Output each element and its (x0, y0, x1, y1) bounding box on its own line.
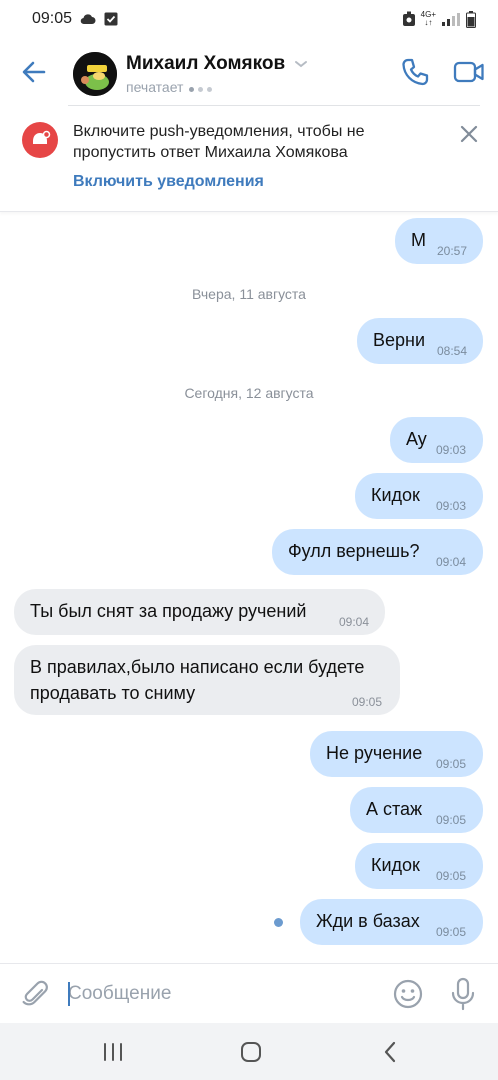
message-time: 20:57 (437, 244, 468, 258)
typing-label: печатает (126, 79, 184, 95)
status-bar: 09:05 4G+ ↓↑ (0, 0, 498, 38)
message-incoming[interactable]: Ты был снят за продажу ручений 09:04 (14, 589, 385, 635)
notification-bell-icon (22, 122, 58, 158)
status-right: 4G+ ↓↑ (402, 10, 476, 28)
date-separator: Вчера, 11 августа (192, 286, 306, 302)
message-time: 09:05 (436, 925, 467, 939)
message-text: Верни (373, 330, 426, 350)
message-time: 09:04 (339, 615, 370, 629)
message-incoming[interactable]: В правилах,было написано если будете про… (14, 645, 400, 715)
home-icon[interactable] (238, 1039, 264, 1065)
message-text: А стаж (366, 799, 423, 819)
message-time: 09:04 (436, 555, 467, 569)
microphone-icon[interactable] (450, 977, 476, 1011)
message-composer (0, 963, 498, 1023)
contact-name: Михаил Хомяков (126, 53, 286, 74)
phone-icon[interactable] (400, 57, 430, 87)
signal-icon (442, 13, 460, 26)
message-text-line1: В правилах,было написано если будете (30, 657, 365, 677)
message-outgoing[interactable]: Кидок 09:03 (355, 473, 483, 519)
message-list[interactable]: М 20:57 Вчера, 11 августа Верни 08:54 Се… (0, 212, 498, 962)
message-text: Не ручение (326, 743, 423, 763)
alarm-icon (402, 11, 415, 26)
message-time: 09:03 (436, 499, 467, 513)
message-text: Жди в базах (316, 911, 420, 931)
message-text: Фулл вернешь? (288, 541, 420, 561)
banner-text: Включите push-уведомления, чтобы не проп… (73, 123, 365, 161)
status-time: 09:05 (32, 10, 73, 27)
recent-apps-icon[interactable] (100, 1039, 126, 1065)
message-outgoing[interactable]: Жди в базах 09:05 (300, 899, 483, 945)
network-arrows-icon: ↓↑ (424, 18, 433, 27)
message-outgoing[interactable]: М 20:57 (395, 218, 483, 264)
cloud-icon (80, 14, 96, 25)
status-left: 09:05 (32, 10, 118, 28)
back-arrow-icon[interactable] (20, 58, 48, 86)
text-cursor (68, 982, 70, 1006)
system-navigation-bar (0, 1023, 498, 1080)
message-outgoing[interactable]: А стаж 09:05 (350, 787, 483, 833)
message-text: М (411, 230, 426, 250)
message-time: 09:05 (436, 813, 467, 827)
message-outgoing[interactable]: Ау 09:03 (390, 417, 483, 463)
message-outgoing[interactable]: Верни 08:54 (357, 318, 483, 364)
push-notification-banner: Включите push-уведомления, чтобы не проп… (0, 106, 498, 212)
message-text: Кидок (371, 855, 420, 875)
network-indicator: 4G+ ↓↑ (421, 11, 436, 27)
typing-status: печатает (126, 79, 308, 95)
message-text: Ты был снят за продажу ручений (30, 601, 307, 621)
typing-dots-icon (189, 79, 216, 95)
date-separator: Сегодня, 12 августа (184, 385, 314, 401)
message-time: 09:03 (436, 443, 467, 457)
message-outgoing[interactable]: Кидок 09:05 (355, 843, 483, 889)
message-text: Кидок (371, 485, 420, 505)
enable-notifications-link[interactable]: Включить уведомления (73, 173, 264, 191)
contact-title[interactable]: Михаил Хомяков печатает (126, 53, 308, 95)
message-outgoing[interactable]: Не ручение 09:05 (310, 731, 483, 777)
smiley-icon[interactable] (392, 978, 424, 1010)
back-icon[interactable] (378, 1039, 404, 1065)
message-time: 08:54 (437, 344, 468, 358)
avatar-image (73, 52, 117, 96)
avatar[interactable] (73, 52, 117, 96)
message-time: 09:05 (436, 869, 467, 883)
checkbox-notification-icon (104, 12, 118, 26)
paperclip-icon[interactable] (20, 978, 50, 1010)
chevron-down-icon (294, 61, 307, 68)
video-camera-icon[interactable] (453, 57, 485, 87)
battery-icon (466, 10, 476, 28)
message-outgoing[interactable]: Фулл вернешь? 09:04 (272, 529, 483, 575)
close-icon[interactable] (457, 122, 481, 146)
message-time: 09:05 (436, 757, 467, 771)
message-input[interactable] (68, 978, 378, 1010)
chat-header: Михаил Хомяков печатает (0, 38, 498, 106)
message-text: Ау (406, 429, 427, 449)
message-text-line2: продавать то сниму (30, 683, 196, 703)
message-time: 09:05 (352, 695, 383, 709)
unread-indicator-icon (274, 918, 283, 927)
